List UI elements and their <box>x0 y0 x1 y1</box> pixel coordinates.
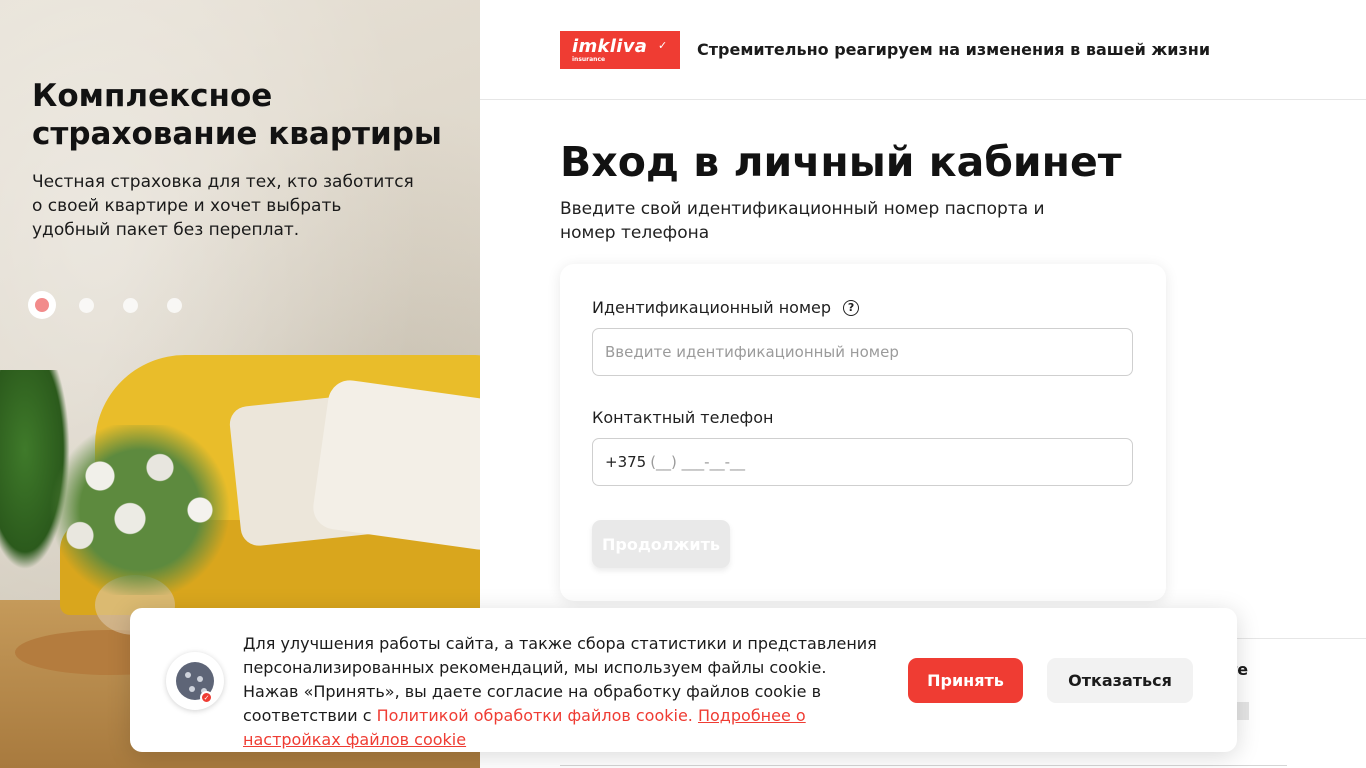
logo-text: imkliva <box>572 36 648 57</box>
header: imkliva insurance ✓ Стремительно реагиру… <box>480 0 1366 100</box>
header-tagline: Стремительно реагируем на изменения в ва… <box>697 40 1211 59</box>
page-title: Вход в личный кабинет <box>560 138 1122 186</box>
phone-input[interactable]: +375 (__) ___-__-__ <box>592 438 1133 486</box>
cookie-policy-link[interactable]: Политикой обработки файлов cookie. <box>377 706 693 725</box>
logo-mark-icon: ✓ <box>658 39 668 52</box>
page-subtitle: Введите свой идентификационный номер пас… <box>560 199 1045 243</box>
id-label: Идентификационный номер <box>592 298 832 317</box>
cookie-icon-badge: ✓ <box>166 652 224 710</box>
phone-mask: (__) ___-__-__ <box>650 453 746 471</box>
phone-label: Контактный телефон <box>592 408 774 427</box>
phone-prefix: +375 <box>605 453 647 471</box>
cookie-banner: ✓ Для улучшения работы сайта, а также сб… <box>130 608 1237 752</box>
pillow-image <box>310 377 480 553</box>
slider-dot-3[interactable] <box>123 297 138 313</box>
hero-description: Честная страховка для тех, кто заботится… <box>32 172 414 240</box>
brand-logo[interactable]: imkliva insurance ✓ <box>560 31 680 69</box>
login-card: Идентификационный номер ? Контактный тел… <box>560 264 1166 601</box>
id-number-input[interactable] <box>592 328 1133 376</box>
slider-dot-4[interactable] <box>167 297 182 313</box>
hero-title: Комплексное страхование квартиры <box>32 78 442 152</box>
accept-cookies-button[interactable]: Принять <box>908 658 1023 703</box>
id-label-row: Идентификационный номер ? <box>592 298 860 317</box>
check-icon: ✓ <box>200 691 213 704</box>
slider-dot-1[interactable] <box>28 291 56 319</box>
decline-cookies-button[interactable]: Отказаться <box>1047 658 1193 703</box>
logo-subtext: insurance <box>572 56 606 63</box>
obscured-element <box>1236 702 1249 720</box>
question-circle-icon[interactable]: ? <box>843 299 860 316</box>
slider-dot-2[interactable] <box>79 297 94 313</box>
slider-dots <box>28 291 211 319</box>
cookie-text: Для улучшения работы сайта, а также сбор… <box>243 632 883 752</box>
divider <box>560 765 1287 766</box>
continue-button[interactable]: Продолжить <box>592 520 730 568</box>
bouquet-image <box>40 425 240 595</box>
